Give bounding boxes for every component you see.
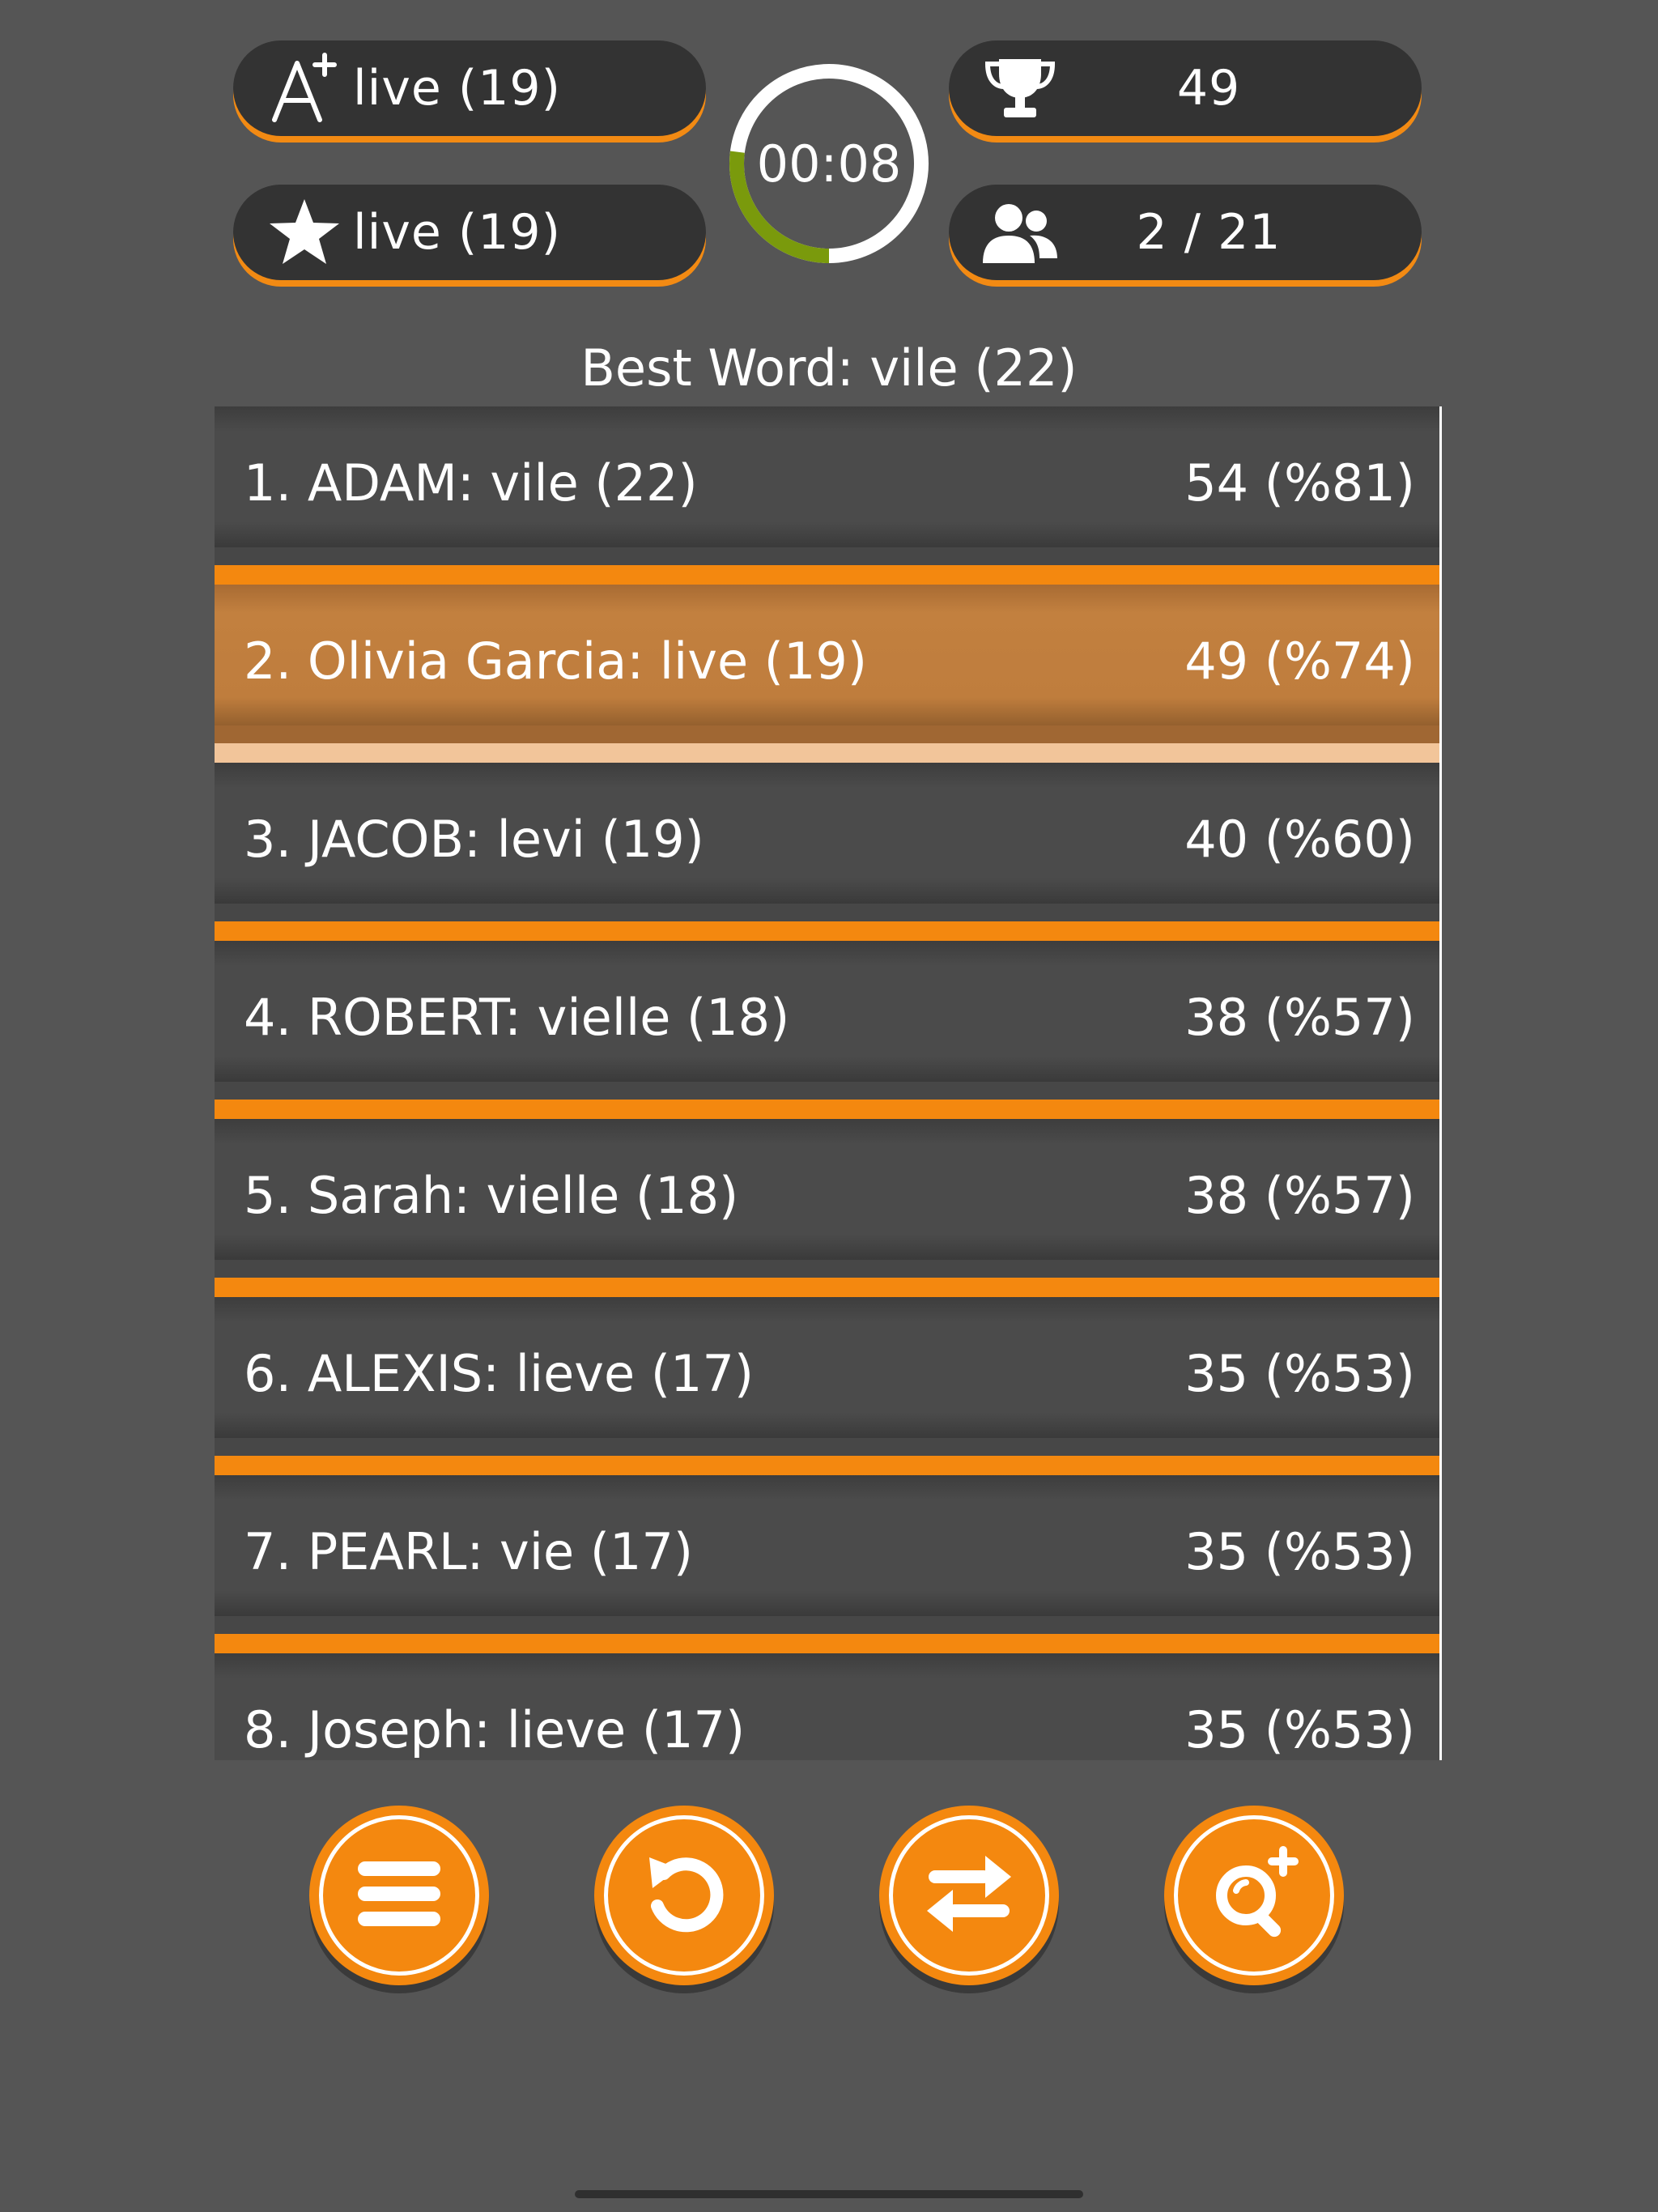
menu-icon xyxy=(355,1853,444,1938)
leaderboard-row-3[interactable]: 3. JACOB: levi (19) 40 (%60) xyxy=(215,763,1439,941)
best-word-caption: Best Word: vile (22) xyxy=(580,338,1078,398)
score-word-text: live (19) xyxy=(353,204,561,261)
row-player-word: 6. ALEXIS: lieve (17) xyxy=(244,1344,755,1403)
star-icon xyxy=(256,185,353,280)
home-indicator[interactable] xyxy=(575,2190,1083,2198)
trophy-score: 49 xyxy=(1176,60,1241,117)
leaderboard-row-2-current-player[interactable]: 2. Olivia Garcia: live (19) 49 (%74) xyxy=(215,585,1439,763)
trophy-pill: 49 xyxy=(949,40,1422,136)
swap-button[interactable] xyxy=(879,1806,1059,1985)
score-word-pill: live (19) xyxy=(233,185,706,280)
trophy-icon xyxy=(971,40,1069,136)
leaderboard-row-4[interactable]: 4. ROBERT: vielle (18) 38 (%57) xyxy=(215,941,1439,1119)
game-results-screen: live (19) live (19) 00:08 49 2 / 21 Best… xyxy=(0,0,1658,2212)
leaderboard-list[interactable]: 1. ADAM: vile (22) 54 (%81) 2. Olivia Ga… xyxy=(215,406,1442,1760)
row-score: 35 (%53) xyxy=(1184,1700,1415,1759)
row-score: 35 (%53) xyxy=(1184,1344,1415,1403)
player-rank: 2 / 21 xyxy=(1136,204,1282,261)
row-score: 49 (%74) xyxy=(1184,632,1415,691)
swap-icon xyxy=(920,1849,1018,1942)
row-score: 35 (%53) xyxy=(1184,1522,1415,1581)
row-player-word: 2. Olivia Garcia: live (19) xyxy=(244,632,868,691)
row-score: 38 (%57) xyxy=(1184,1166,1415,1225)
leaderboard-row-5[interactable]: 5. Sarah: vielle (18) 38 (%57) xyxy=(215,1119,1439,1297)
zoom-plus-icon xyxy=(1205,1845,1303,1946)
users-icon xyxy=(971,185,1069,280)
row-player-word: 8. Joseph: lieve (17) xyxy=(244,1700,746,1759)
leaderboard-row-1[interactable]: 1. ADAM: vile (22) 54 (%81) xyxy=(215,406,1439,585)
row-player-word: 5. Sarah: vielle (18) xyxy=(244,1166,739,1225)
leaderboard-row-6[interactable]: 6. ALEXIS: lieve (17) 35 (%53) xyxy=(215,1297,1439,1475)
leaderboard-row-7[interactable]: 7. PEARL: vie (17) 35 (%53) xyxy=(215,1475,1439,1653)
menu-button[interactable] xyxy=(309,1806,489,1985)
row-player-word: 3. JACOB: levi (19) xyxy=(244,810,704,869)
row-score: 38 (%57) xyxy=(1184,988,1415,1047)
row-score: 54 (%81) xyxy=(1184,453,1415,513)
countdown-timer: 00:08 xyxy=(727,62,931,266)
leaderboard-row-8[interactable]: 8. Joseph: lieve (17) 35 (%53) xyxy=(215,1653,1439,1760)
best-word-text: live (19) xyxy=(353,60,561,117)
row-player-word: 1. ADAM: vile (22) xyxy=(244,453,698,513)
row-player-word: 7. PEARL: vie (17) xyxy=(244,1522,694,1581)
a-plus-icon xyxy=(256,40,353,136)
retry-button[interactable] xyxy=(594,1806,774,1985)
row-score: 40 (%60) xyxy=(1184,810,1415,869)
players-pill: 2 / 21 xyxy=(949,185,1422,280)
retry-icon xyxy=(640,1849,729,1942)
row-player-word: 4. ROBERT: vielle (18) xyxy=(244,988,790,1047)
timer-text: 00:08 xyxy=(756,134,902,194)
zoom-button[interactable] xyxy=(1164,1806,1344,1985)
best-word-pill: live (19) xyxy=(233,40,706,136)
